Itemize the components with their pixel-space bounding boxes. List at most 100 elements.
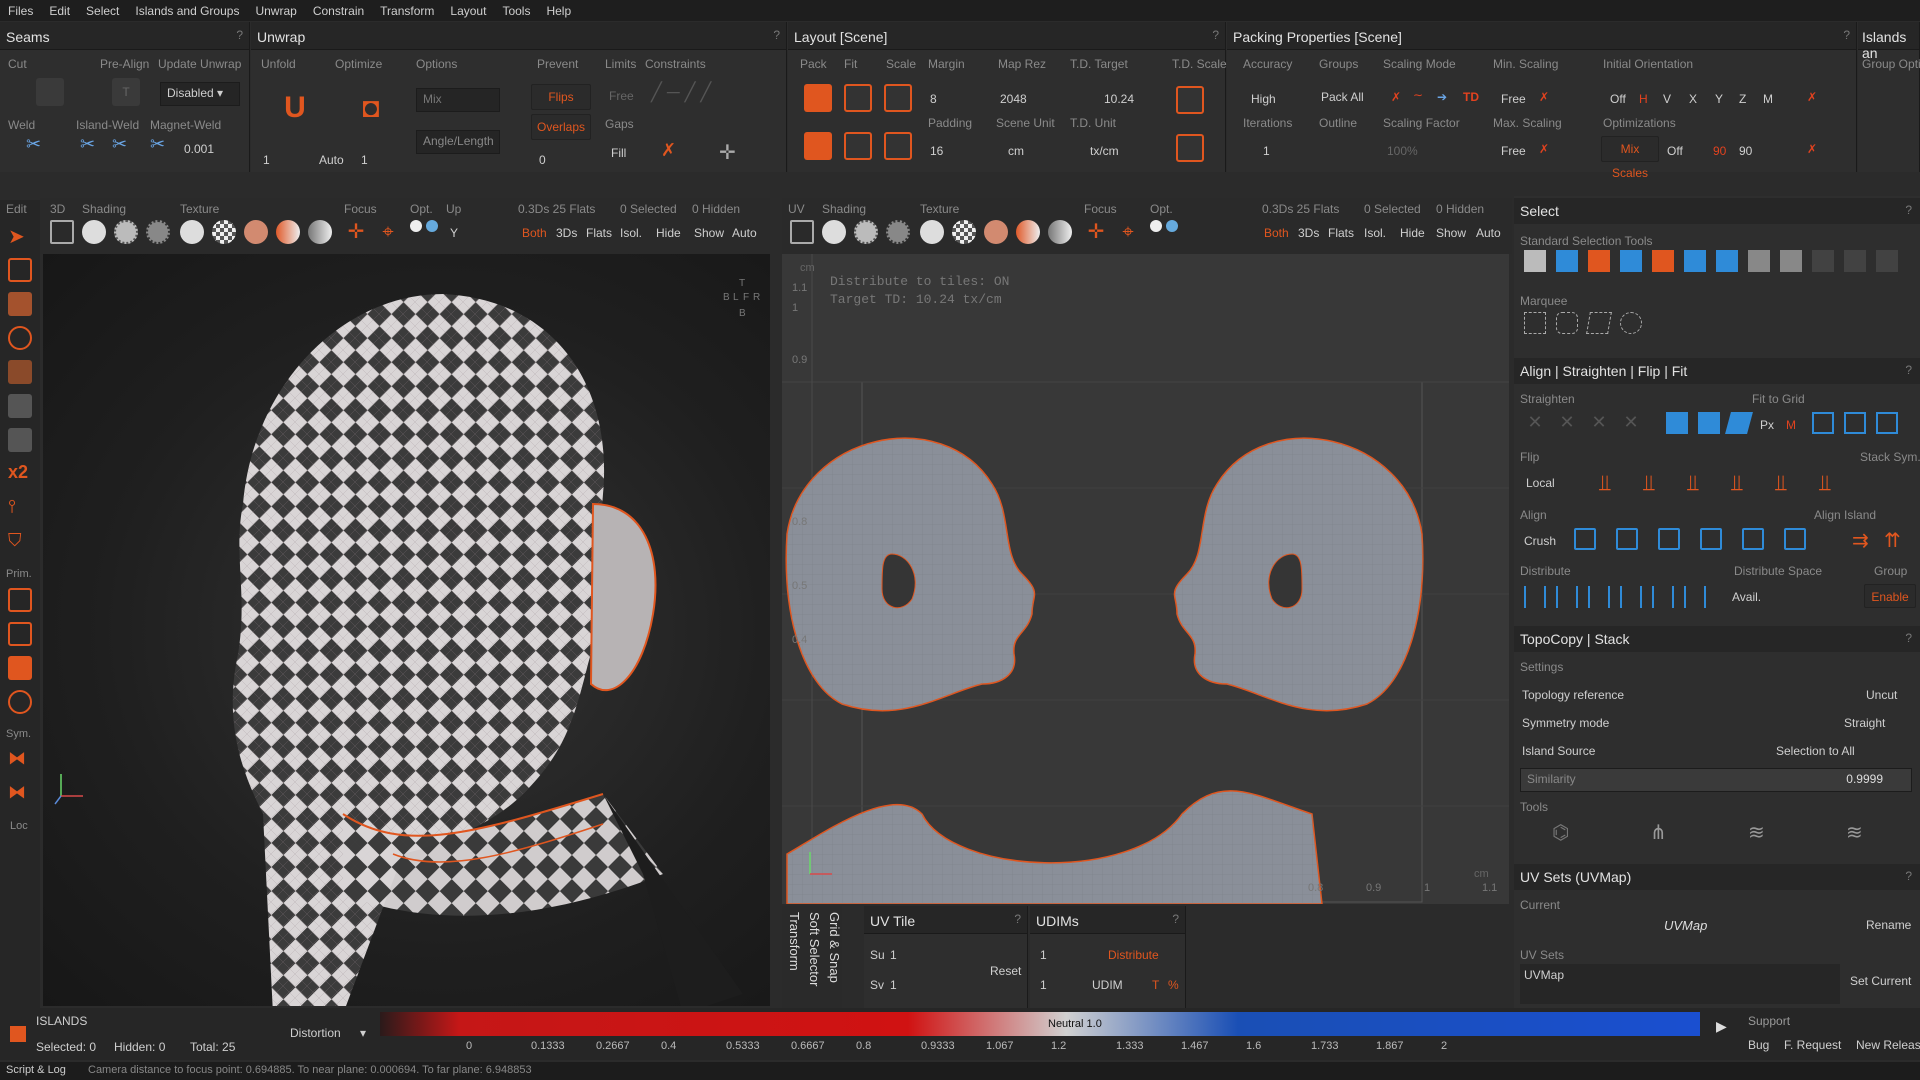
menu-item-select[interactable]: Select [78,4,127,18]
shading-wire-solid-icon[interactable] [146,220,170,244]
menu-item-transform[interactable]: Transform [372,4,442,18]
vertex-mode-icon[interactable] [8,258,32,282]
accuracy-value[interactable]: High [1251,92,1276,106]
weld-button[interactable]: ✂ [26,134,54,162]
udim-value-2[interactable]: 1 [1040,978,1047,992]
help-icon[interactable]: ? [1905,869,1912,883]
iterations-value[interactable]: 1 [1263,144,1270,158]
fit-selected-button[interactable] [844,132,872,160]
align-direction-icon[interactable] [1700,528,1722,550]
orientation-x-icon[interactable]: ✗ [1807,90,1817,104]
uv-stretch-icon[interactable] [1016,220,1040,244]
flip-axis-icon[interactable]: ⫫ [1680,470,1706,496]
uv-opt-grid-icon[interactable] [1166,220,1178,232]
uv-focus-icon[interactable]: ✛ [1084,220,1108,244]
options-mix-select[interactable]: Mix [416,88,500,112]
menu-item-edit[interactable]: Edit [41,4,78,18]
straighten-grid2-icon[interactable] [1698,412,1720,434]
auto-button[interactable]: Auto [732,226,757,240]
view-cube[interactable]: T B L F R B [723,278,763,338]
orientation-z[interactable]: Z [1739,92,1746,106]
stack-all-icon[interactable]: ≋ [1846,820,1863,845]
symmetry-mode-select[interactable]: Straight [1844,716,1885,730]
topology-reference-select[interactable]: Uncut [1866,688,1897,702]
straighten-grid-icon[interactable] [1666,412,1688,434]
fit-icon-1[interactable] [1812,412,1834,434]
uv-focus-selected-icon[interactable]: ⌖ [1116,220,1140,244]
scaling-mode-td[interactable]: TD [1463,90,1479,104]
scale-selected-button[interactable] [884,132,912,160]
flip-axis-icon[interactable]: ⫫ [1636,470,1662,496]
select-connected-icon[interactable] [1620,250,1642,272]
prevent-overlaps-toggle[interactable]: Overlaps [531,114,591,140]
uv-distortion-icon[interactable] [984,220,1008,244]
magnet-weld-value[interactable]: 0.001 [184,142,214,156]
straighten-disabled-icon[interactable]: ✕ [1588,412,1610,434]
angle-length-select[interactable]: Angle/Length [416,130,500,154]
uv-filter-flats[interactable]: Flats [1328,226,1354,240]
margin-value[interactable]: 8 [930,92,937,106]
align-direction-icon[interactable] [1784,528,1806,550]
help-icon[interactable]: ? [773,28,780,42]
uv-texture-solid-icon[interactable] [920,220,944,244]
max-scaling-x-icon[interactable]: ✗ [1539,142,1549,156]
align-direction-icon[interactable] [1616,528,1638,550]
select-edge-icon[interactable] [1812,250,1834,272]
pre-align-toggle[interactable]: T [112,78,140,106]
select-globe-icon[interactable] [1684,250,1706,272]
prim-rect-icon[interactable] [8,622,32,646]
orientation-x[interactable]: X [1689,92,1697,106]
script-log-tab[interactable]: Script & Log [6,1064,66,1076]
menu-item-constrain[interactable]: Constrain [305,4,372,18]
symmetry-icon[interactable]: ⧓ [8,748,32,772]
island-weld-button-2[interactable]: ✂ [112,134,140,162]
menu-item-help[interactable]: Help [538,4,579,18]
uv-viewport[interactable]: cm Distribute to tiles: ON Target TD: 10… [782,254,1509,904]
distribute-avail-select[interactable]: Avail. [1732,590,1761,604]
stretch-icon[interactable] [276,220,300,244]
uv-opt-light-icon[interactable] [1150,220,1162,232]
checker-icon[interactable] [212,220,236,244]
align-island-up-icon[interactable]: ⇈ [1884,528,1906,552]
distribute-icon[interactable] [1556,586,1578,608]
optimize-auto[interactable]: Auto [319,153,344,167]
constraint-grid-icon[interactable]: ✛ [719,140,736,165]
help-icon[interactable]: ? [1843,28,1850,42]
straighten-disabled-icon[interactable]: ✕ [1524,412,1546,434]
distribute-icon[interactable] [1620,586,1642,608]
scaling-factor-value[interactable]: 100% [1387,144,1418,158]
prim-box-icon[interactable] [8,588,32,612]
prim-sphere-icon[interactable] [8,690,32,714]
island-mode-icon[interactable] [8,360,32,384]
map-rez-value[interactable]: 2048 [1000,92,1027,106]
tab-transform[interactable]: Transform [782,906,802,1008]
pin-icon[interactable]: ⫯ [8,496,32,520]
gaps-value[interactable]: 0 [539,153,546,167]
orientation-off[interactable]: Off [1610,92,1626,106]
help-icon[interactable]: ? [1172,912,1179,926]
help-icon[interactable]: ? [1212,28,1219,42]
td-shade-icon[interactable] [308,220,332,244]
chevron-down-icon[interactable]: ▾ [360,1026,366,1040]
rotation-step-1[interactable]: 90 [1713,144,1726,158]
stack-icon[interactable]: ≋ [1748,820,1765,845]
shading-solid-icon[interactable] [82,220,106,244]
udim-t-toggle[interactable]: T [1152,978,1159,992]
pack-all-button[interactable]: Pack All [1321,90,1364,104]
flip-axis-icon[interactable]: ⫫ [1768,470,1794,496]
group-enable-toggle[interactable]: Enable [1864,584,1916,608]
select-grid-icon[interactable] [1556,250,1578,272]
unfold-button[interactable]: U [277,90,313,126]
su-value[interactable]: 1 [890,948,897,962]
menu-item-files[interactable]: Files [0,4,41,18]
pack-button[interactable] [804,84,832,112]
constraint-remove-icon[interactable]: ✗ [661,140,676,161]
orientation-y[interactable]: Y [1715,92,1723,106]
select-arrow-icon[interactable]: ➤ [8,224,32,248]
bug-report-link[interactable]: Bug [1748,1038,1769,1052]
magnet-weld-button[interactable]: ✂ [150,134,178,162]
shading-wire-icon[interactable] [114,220,138,244]
new-release-link[interactable]: New Release [1856,1038,1920,1052]
fit-button[interactable] [844,84,872,112]
marquee-poly-icon[interactable] [1586,312,1612,334]
